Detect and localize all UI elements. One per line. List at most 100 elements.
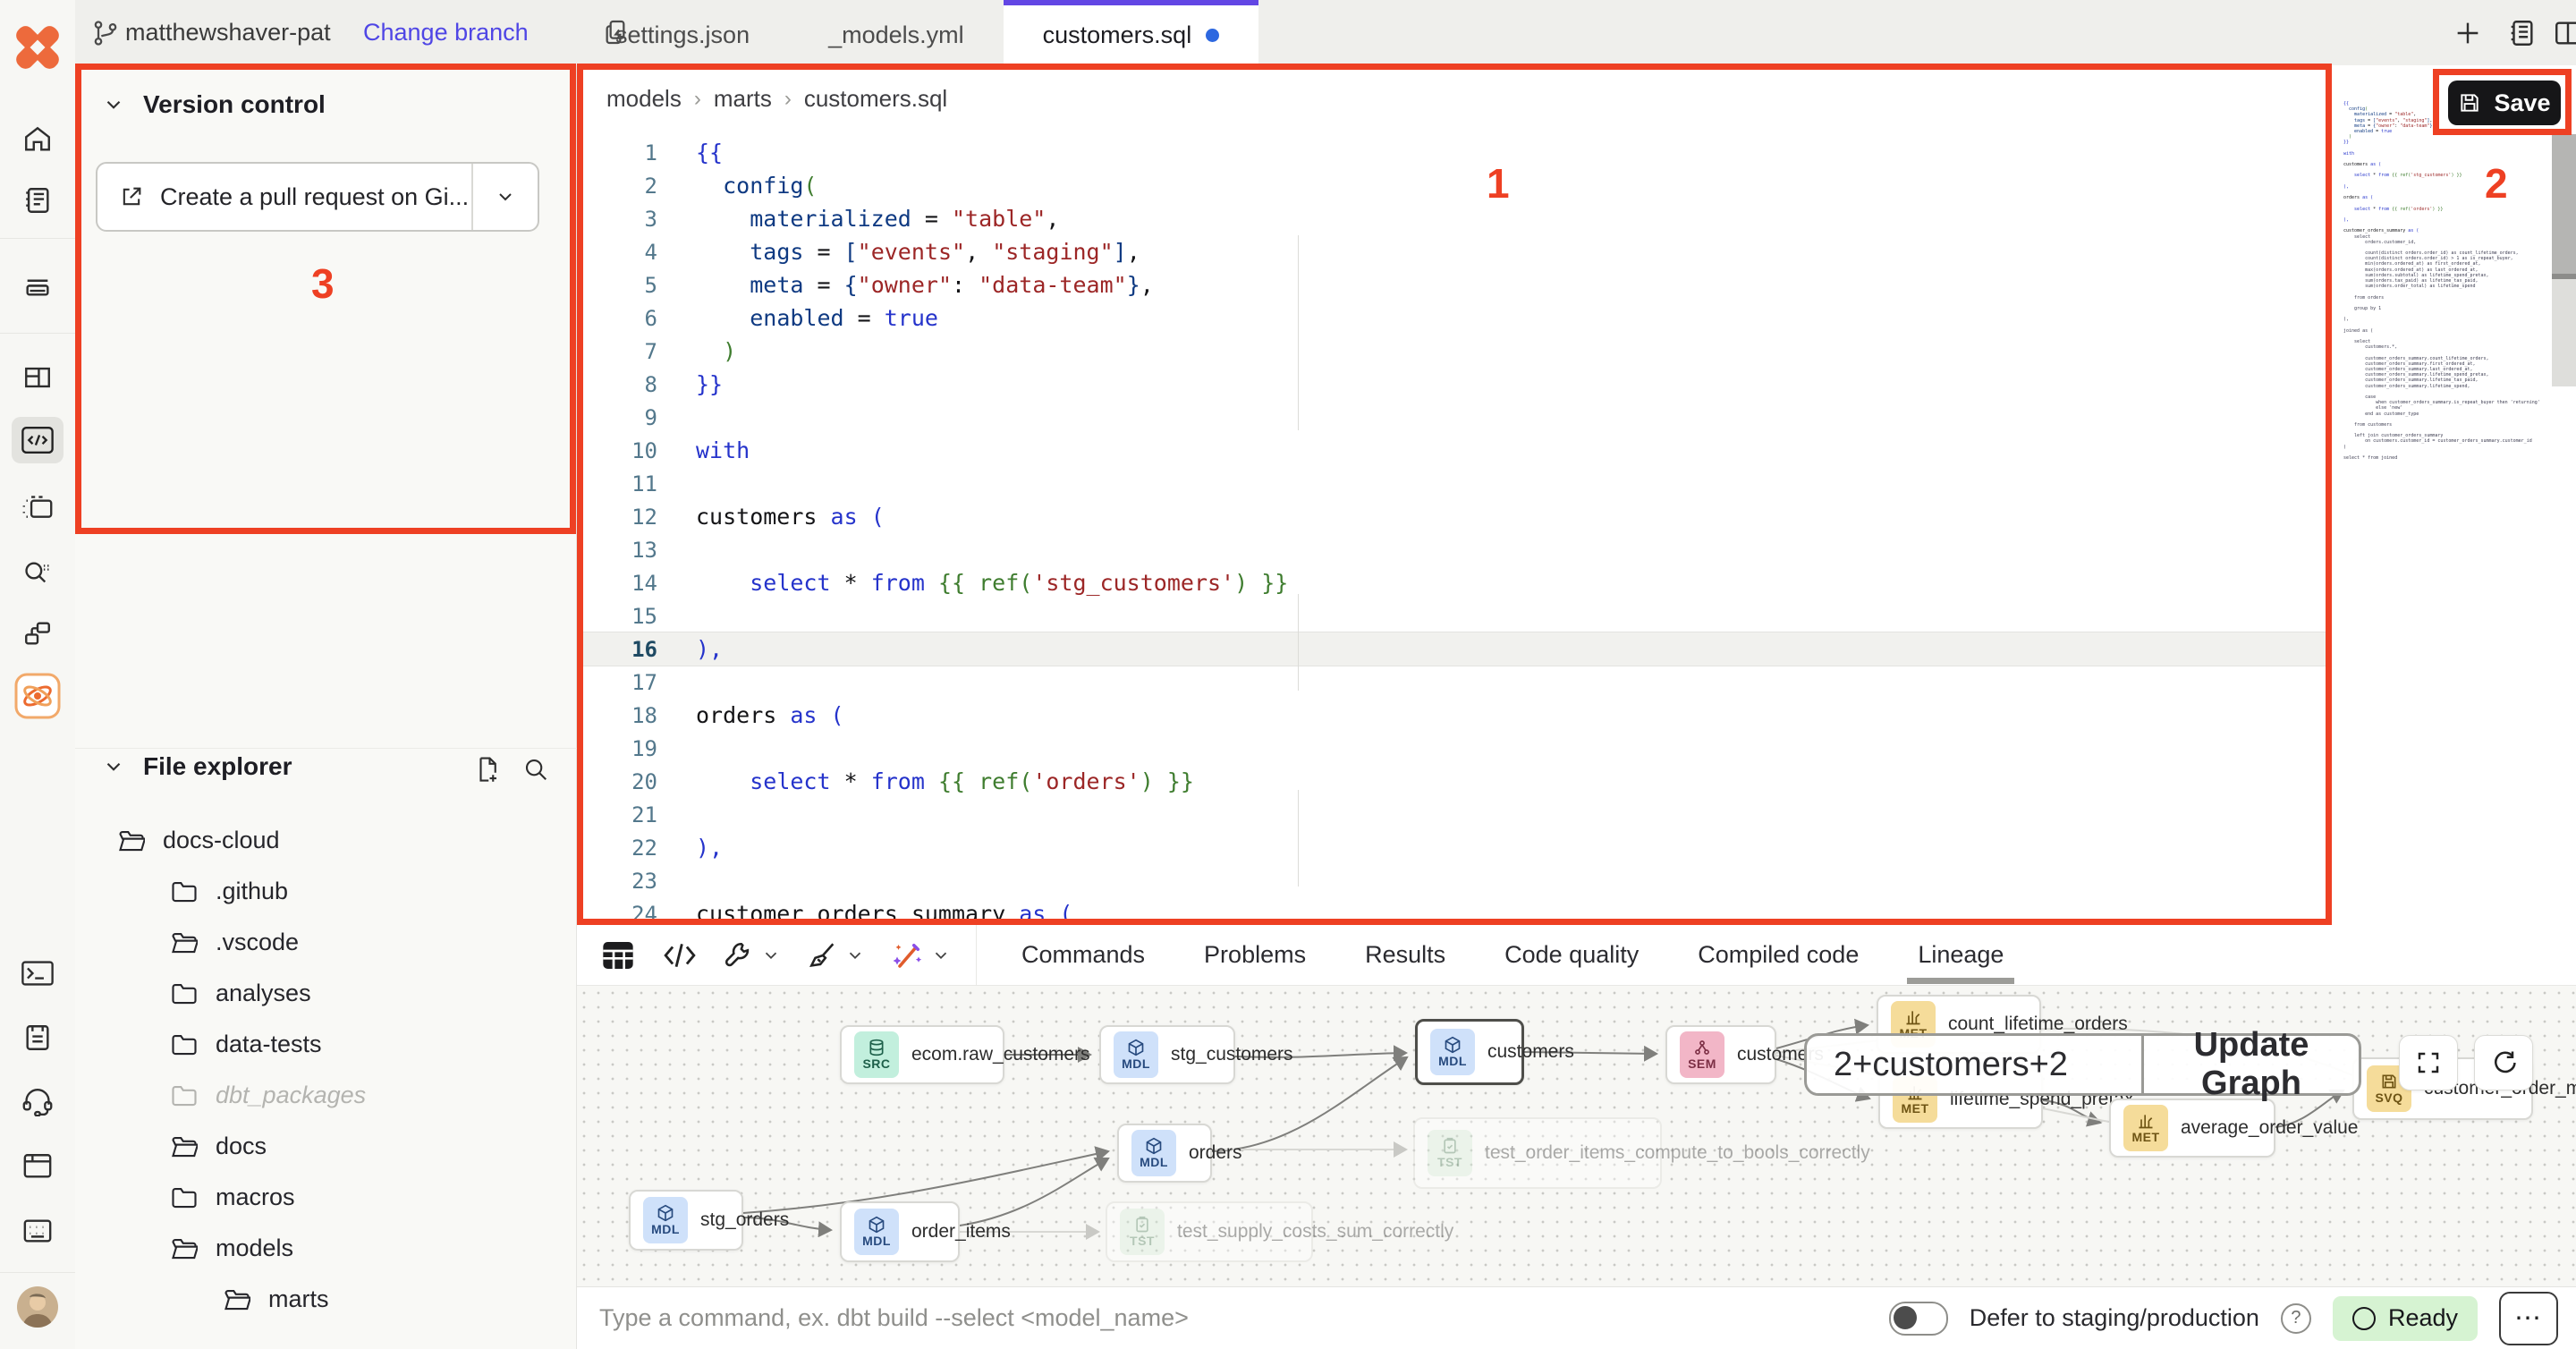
change-branch-link[interactable]: Change branch xyxy=(363,0,529,65)
save-button[interactable]: Save xyxy=(2448,81,2561,125)
code-line-17[interactable]: 17 xyxy=(577,666,2330,699)
changelog-icon[interactable] xyxy=(2501,13,2542,54)
code-line-14[interactable]: 14 select * from {{ ref('stg_customers')… xyxy=(577,566,2330,599)
breadcrumb[interactable]: models›marts›customers.sql xyxy=(606,85,947,113)
status-badge[interactable]: Ready xyxy=(2333,1296,2478,1341)
user-avatar[interactable] xyxy=(17,1286,58,1328)
tree-item-dbt_packages[interactable]: dbt_packages xyxy=(75,1070,577,1121)
orchestration-icon[interactable] xyxy=(12,485,64,531)
breadcrumb-item[interactable]: customers.sql xyxy=(804,85,947,113)
code-line-13[interactable]: 13 xyxy=(577,533,2330,566)
tree-item-data-tests[interactable]: data-tests xyxy=(75,1019,577,1070)
tree-item-.github[interactable]: .github xyxy=(75,866,577,917)
panel-tab-problems[interactable]: Problems xyxy=(1204,925,1306,986)
code-line-20[interactable]: 20 select * from {{ ref('orders') }} xyxy=(577,765,2330,798)
tab-settings.json[interactable]: settings.json xyxy=(576,0,789,65)
code-line-23[interactable]: 23 xyxy=(577,864,2330,897)
file-explorer-header[interactable]: File explorer xyxy=(102,752,292,781)
code-line-11[interactable]: 11 xyxy=(577,467,2330,500)
browser-icon[interactable] xyxy=(12,1143,64,1190)
code-line-10[interactable]: 10with xyxy=(577,434,2330,467)
lineage-node-order_items[interactable]: MDLorder_items xyxy=(840,1201,960,1262)
minimap[interactable]: {{ config( materialized = "table", tags … xyxy=(2343,101,2551,461)
pr-button-dropdown[interactable] xyxy=(473,164,538,230)
code-line-12[interactable]: 12customers as ( xyxy=(577,500,2330,533)
code-line-16[interactable]: 16), xyxy=(577,632,2330,666)
update-graph-button[interactable]: Update Graph xyxy=(2144,1026,2359,1103)
dashboard-icon[interactable] xyxy=(12,354,64,401)
lineage-node-orders[interactable]: MDLorders xyxy=(1117,1124,1212,1183)
code-line-6[interactable]: 6 enabled = true xyxy=(577,301,2330,335)
branch-name[interactable]: matthewshaver-patc xyxy=(125,0,331,65)
code-line-1[interactable]: 1{{ xyxy=(577,136,2330,169)
logs-icon[interactable] xyxy=(12,1014,64,1061)
code-line-7[interactable]: 7 ) xyxy=(577,335,2330,368)
panel-tab-results[interactable]: Results xyxy=(1365,925,1445,986)
compile-code-icon[interactable] xyxy=(663,940,697,971)
tree-item-models[interactable]: models xyxy=(75,1223,577,1274)
notebook-icon[interactable] xyxy=(12,177,64,224)
tree-item-docs[interactable]: docs xyxy=(75,1121,577,1172)
new-file-icon[interactable] xyxy=(474,756,501,783)
tree-item-.vscode[interactable]: .vscode xyxy=(75,917,577,968)
tab-customers.sql[interactable]: customers.sql xyxy=(1004,0,1259,65)
tree-item-marts[interactable]: marts xyxy=(75,1274,577,1325)
shortcuts-icon[interactable] xyxy=(12,1208,64,1254)
command-input[interactable]: Type a command, ex. dbt build --select <… xyxy=(577,1304,1189,1332)
lineage-node-stg_orders[interactable]: MDLstg_orders xyxy=(629,1190,743,1251)
build-wrench-button[interactable] xyxy=(724,940,781,971)
file-search-icon[interactable] xyxy=(522,756,549,783)
fullscreen-button[interactable] xyxy=(2399,1035,2458,1090)
tab-_models.yml[interactable]: _models.yml xyxy=(789,0,1004,65)
code-line-5[interactable]: 5 meta = {"owner": "data-team"}, xyxy=(577,268,2330,301)
code-line-9[interactable]: 9 xyxy=(577,401,2330,434)
new-tab-plus-icon[interactable] xyxy=(2447,13,2488,54)
editor-scrollbar[interactable] xyxy=(2552,65,2576,925)
code-editor-icon[interactable] xyxy=(12,417,64,463)
code-line-19[interactable]: 19 xyxy=(577,732,2330,765)
lineage-node-customers[interactable]: SEMcustomers xyxy=(1665,1025,1776,1084)
terminal-icon[interactable] xyxy=(12,950,64,997)
breadcrumb-item[interactable]: models xyxy=(606,85,682,113)
copilot-fix-button[interactable] xyxy=(892,939,951,971)
lineage-node-test_order_items_compute_to_bools_correctly[interactable]: TSTtest_order_items_compute_to_bools_cor… xyxy=(1413,1117,1662,1189)
code-line-8[interactable]: 8}} xyxy=(577,368,2330,401)
preview-table-icon[interactable] xyxy=(600,938,636,973)
code-line-22[interactable]: 22), xyxy=(577,831,2330,864)
command-more-button[interactable]: ⋯ xyxy=(2499,1292,2558,1345)
code-line-3[interactable]: 3 materialized = "table", xyxy=(577,202,2330,235)
tree-item-analyses[interactable]: analyses xyxy=(75,968,577,1019)
integrations-icon[interactable] xyxy=(12,610,64,657)
format-broom-button[interactable] xyxy=(808,940,865,971)
copilot-atom-icon[interactable] xyxy=(12,673,64,719)
code-line-15[interactable]: 15 xyxy=(577,599,2330,632)
help-icon[interactable]: ? xyxy=(2281,1303,2311,1334)
explore-icon[interactable] xyxy=(12,547,64,594)
version-control-header[interactable]: Version control xyxy=(102,90,326,119)
defer-toggle[interactable] xyxy=(1889,1302,1948,1336)
tree-item-macros[interactable]: macros xyxy=(75,1172,577,1223)
create-pr-button[interactable]: Create a pull request on Gi... xyxy=(96,162,539,232)
support-headset-icon[interactable] xyxy=(12,1079,64,1125)
lineage-node-customers[interactable]: MDLcustomers xyxy=(1415,1019,1524,1085)
lineage-node-test_supply_costs_sum_correctly[interactable]: TSTtest_supply_costs_sum_correctly xyxy=(1106,1201,1313,1262)
breadcrumb-item[interactable]: marts xyxy=(714,85,772,113)
lineage-selector-input[interactable]: 2+customers+2 xyxy=(1807,1046,2141,1084)
panel-tab-lineage[interactable]: Lineage xyxy=(1918,925,2004,986)
refresh-button[interactable] xyxy=(2474,1035,2533,1090)
code-line-2[interactable]: 2 config( xyxy=(577,169,2330,202)
lineage-node-ecom.raw_customers[interactable]: SRCecom.raw_customers xyxy=(840,1025,1004,1084)
panel-tab-code-quality[interactable]: Code quality xyxy=(1504,925,1639,986)
code-line-18[interactable]: 18orders as ( xyxy=(577,699,2330,732)
code-line-4[interactable]: 4 tags = ["events", "staging"], xyxy=(577,235,2330,268)
home-icon[interactable] xyxy=(12,116,64,163)
split-view-icon[interactable] xyxy=(2547,13,2576,54)
lineage-node-average_order_value[interactable]: METaverage_order_value xyxy=(2109,1099,2275,1158)
lineage-canvas[interactable]: SRCecom.raw_customersMDLstg_customersMDL… xyxy=(577,986,2576,1286)
panel-tab-commands[interactable]: Commands xyxy=(1021,925,1145,986)
code-area[interactable]: 1{{2 config(3 materialized = "table",4 t… xyxy=(577,136,2330,930)
tree-item-docs-cloud[interactable]: docs-cloud xyxy=(75,815,577,866)
code-line-21[interactable]: 21 xyxy=(577,798,2330,831)
panel-tab-compiled-code[interactable]: Compiled code xyxy=(1698,925,1859,986)
warehouse-icon[interactable] xyxy=(12,261,64,308)
